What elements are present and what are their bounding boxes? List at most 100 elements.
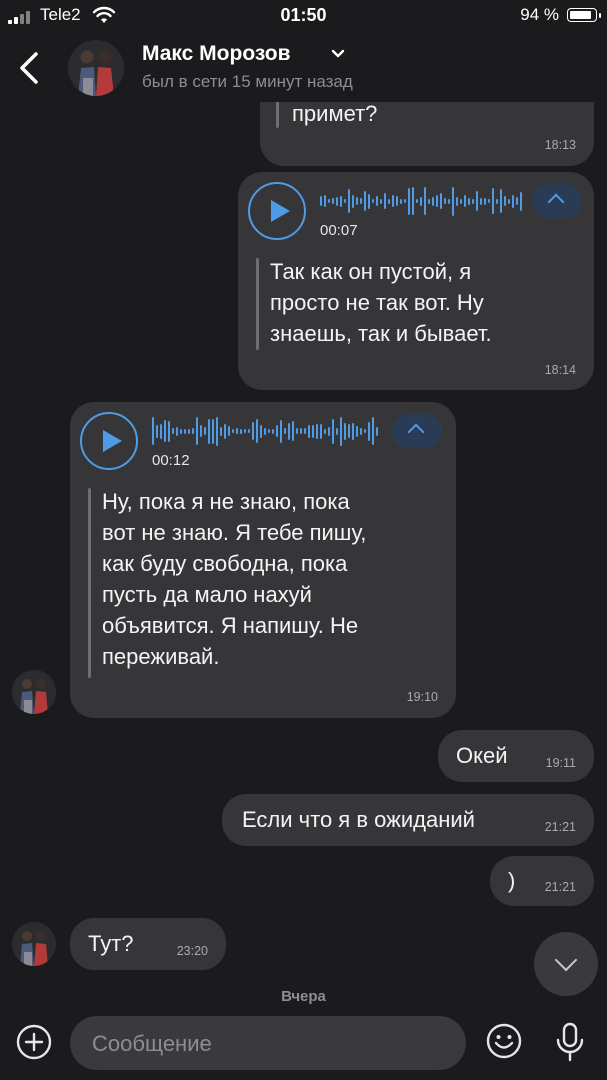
voice-duration: 00:12	[152, 452, 190, 469]
transcript-bar	[88, 488, 91, 678]
waveform-bar	[236, 428, 238, 434]
waveform-bar	[456, 196, 458, 206]
waveform-bar	[416, 199, 418, 203]
waveform-bar	[172, 428, 174, 434]
waveform-bar	[192, 428, 194, 434]
waveform-bar	[336, 196, 338, 206]
voice-waveform[interactable]	[152, 414, 382, 448]
message-bubble-outgoing[interactable]: ) 21:21	[490, 856, 594, 906]
waveform-bar	[512, 194, 514, 208]
waveform-bar	[360, 198, 362, 204]
back-arrow-icon[interactable]	[14, 50, 44, 86]
waveform-bar	[340, 195, 342, 207]
message-time: 19:11	[545, 756, 576, 770]
waveform-bar	[520, 191, 522, 211]
waveform-bar	[396, 196, 398, 206]
waveform-bar	[348, 424, 350, 438]
message-bubble-outgoing[interactable]: Если что я в ожиданий 21:21	[222, 794, 594, 846]
waveform-bar	[328, 426, 330, 436]
waveform-bar	[268, 429, 270, 433]
waveform-bar	[180, 428, 182, 434]
voice-duration: 00:07	[320, 222, 358, 239]
voice-waveform[interactable]	[320, 184, 526, 218]
message-time: 23:20	[176, 944, 208, 958]
expand-transcript-button[interactable]	[392, 414, 442, 448]
voice-message-incoming[interactable]: 00:12 Ну, пока я не знаю, пока вот не зн…	[70, 402, 456, 718]
waveform-bar	[184, 428, 186, 434]
waveform-bar	[332, 418, 334, 444]
waveform-bar	[260, 424, 262, 438]
waveform-bar	[476, 191, 478, 211]
waveform-bar	[196, 417, 198, 445]
waveform-bar	[152, 417, 154, 445]
play-button[interactable]	[80, 412, 138, 470]
message-time: 21:21	[544, 880, 576, 894]
waveform-bar	[460, 198, 462, 204]
waveform-bar	[488, 199, 490, 203]
message-bubble-outgoing[interactable]: Окей 19:11	[438, 730, 594, 782]
attach-plus-icon[interactable]	[16, 1024, 52, 1060]
waveform-bar	[356, 425, 358, 437]
waveform-bar	[500, 189, 502, 213]
waveform-bar	[212, 418, 214, 444]
waveform-bar	[160, 423, 162, 439]
message-field[interactable]	[70, 1016, 466, 1072]
waveform-bar	[336, 427, 338, 435]
waveform-bar	[404, 199, 406, 203]
battery-icon	[567, 8, 601, 22]
waveform-bar	[380, 198, 382, 204]
emoji-icon[interactable]	[485, 1022, 523, 1060]
voice-message-outgoing[interactable]: 00:07 Так как он пустой, я просто не так…	[238, 172, 594, 390]
waveform-bar	[504, 196, 506, 206]
waveform-bar	[256, 419, 258, 443]
waveform-bar	[372, 417, 374, 445]
waveform-bar	[440, 193, 442, 209]
clock: 01:50	[280, 5, 327, 25]
waveform-bar	[368, 193, 370, 209]
waveform-bar	[316, 423, 318, 439]
waveform-bar	[288, 422, 290, 440]
waveform-bar	[276, 425, 278, 437]
scroll-to-bottom-button[interactable]	[534, 932, 598, 996]
transcript-bar	[256, 258, 259, 350]
contact-avatar[interactable]	[12, 922, 56, 966]
waveform-bar	[252, 422, 254, 440]
waveform-bar	[168, 420, 170, 442]
waveform-bar	[464, 195, 466, 207]
waveform-bar	[436, 195, 438, 207]
chat-screen: примет? 18:13 00:07 Так как он пустой, я…	[0, 0, 607, 1080]
waveform-bar	[508, 198, 510, 204]
play-button[interactable]	[248, 182, 306, 240]
waveform-bar	[296, 428, 298, 434]
message-input[interactable]	[90, 1016, 454, 1072]
avatar-image	[12, 670, 56, 714]
waveform-bar	[484, 197, 486, 205]
chevron-down-icon[interactable]	[330, 48, 346, 60]
waveform-bar	[164, 420, 166, 442]
status-bar: Tele2 01:50 94 %	[0, 0, 607, 32]
waveform-bar	[280, 419, 282, 443]
waveform-bar	[492, 188, 494, 214]
waveform-bar	[376, 426, 378, 436]
message-time: 18:13	[544, 138, 576, 152]
waveform-bar	[308, 424, 310, 438]
waveform-bar	[340, 416, 342, 446]
contact-avatar[interactable]	[68, 40, 124, 96]
waveform-bar	[156, 424, 158, 438]
quote-bar	[276, 100, 279, 128]
waveform-bar	[428, 198, 430, 204]
waveform-bar	[516, 197, 518, 205]
contact-name[interactable]: Макс Морозов	[142, 42, 291, 66]
contact-avatar[interactable]	[12, 670, 56, 714]
message-bubble-incoming[interactable]: Тут? 23:20	[70, 918, 226, 970]
waveform-bar	[248, 429, 250, 433]
waveform-bar	[320, 423, 322, 439]
waveform-bar	[264, 427, 266, 435]
message-time: 19:10	[406, 690, 438, 704]
waveform-bar	[420, 196, 422, 206]
waveform-bar	[220, 426, 222, 436]
waveform-bar	[228, 426, 230, 436]
microphone-icon[interactable]	[550, 1020, 590, 1064]
waveform-bar	[292, 421, 294, 441]
expand-transcript-button[interactable]	[532, 184, 582, 218]
